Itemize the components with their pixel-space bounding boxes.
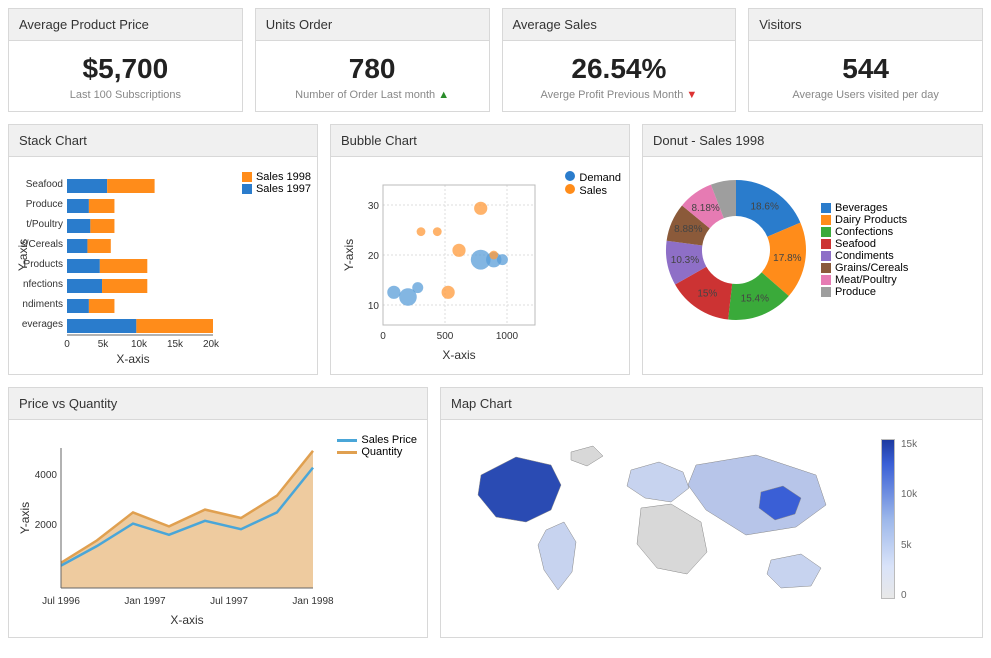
legend-line-icon bbox=[337, 451, 357, 454]
svg-text:ndiments: ndiments bbox=[22, 299, 63, 310]
kpi-subtitle: Average Users visited per day bbox=[757, 89, 974, 101]
svg-text:0: 0 bbox=[64, 339, 70, 350]
stack-chart: SeafoodProduce t/Poultrys/Cereals Produc… bbox=[13, 165, 313, 365]
legend-item: Seafood bbox=[821, 238, 974, 250]
kpi-row: Average Product Price $5,700 Last 100 Su… bbox=[8, 8, 983, 112]
svg-text:20: 20 bbox=[368, 251, 380, 262]
kpi-title: Units Order bbox=[256, 9, 489, 41]
donut-chart: 18.6% 17.8% 15.4% 15% 10.3% 8.88% 8.18% bbox=[651, 165, 821, 335]
kpi-value: 780 bbox=[264, 53, 481, 85]
svg-text:Y-axis: Y-axis bbox=[342, 239, 356, 271]
legend-swatch-icon bbox=[821, 215, 831, 225]
svg-text:Produce: Produce bbox=[26, 199, 64, 210]
legend-item: Beverages bbox=[821, 202, 974, 214]
legend-item: Grains/Cereals bbox=[821, 262, 974, 274]
kpi-visitors: Visitors 544 Average Users visited per d… bbox=[748, 8, 983, 112]
legend-swatch-icon bbox=[242, 172, 252, 182]
kpi-subtitle: Last 100 Subscriptions bbox=[17, 89, 234, 101]
svg-text:8.18%: 8.18% bbox=[691, 203, 719, 214]
svg-text:5k: 5k bbox=[98, 339, 110, 350]
legend-item: Condiments bbox=[821, 250, 974, 262]
svg-text:X-axis: X-axis bbox=[442, 348, 475, 362]
chart-title: Donut - Sales 1998 bbox=[643, 125, 982, 157]
kpi-value: $5,700 bbox=[17, 53, 234, 85]
legend-dot-icon bbox=[565, 184, 575, 194]
bubble-legend: Demand Sales bbox=[565, 171, 621, 197]
svg-text:10: 10 bbox=[368, 301, 380, 312]
svg-text:nfections: nfections bbox=[23, 279, 63, 290]
arrow-down-icon: ▼ bbox=[686, 89, 697, 101]
legend-item: Confections bbox=[821, 226, 974, 238]
legend-dot-icon bbox=[565, 171, 575, 181]
svg-text:30: 30 bbox=[368, 201, 380, 212]
kpi-avg-price: Average Product Price $5,700 Last 100 Su… bbox=[8, 8, 243, 112]
line-legend: Sales Price Quantity bbox=[337, 434, 417, 458]
svg-text:500: 500 bbox=[437, 331, 454, 342]
line-chart: 2000 4000 Jul 1996 Jan 1997 Jul 1997 Jan 199… bbox=[13, 428, 423, 628]
svg-text:20k: 20k bbox=[203, 339, 220, 350]
chart-title: Bubble Chart bbox=[331, 125, 629, 157]
legend-swatch-icon bbox=[821, 203, 831, 213]
legend-swatch-icon bbox=[821, 275, 831, 285]
legend-swatch-icon bbox=[242, 184, 252, 194]
kpi-units-order: Units Order 780 Number of Order Last mon… bbox=[255, 8, 490, 112]
legend-line-icon bbox=[337, 439, 357, 442]
kpi-title: Visitors bbox=[749, 9, 982, 41]
legend-swatch-icon bbox=[821, 263, 831, 273]
map-color-scale bbox=[881, 439, 895, 599]
chart-title: Price vs Quantity bbox=[9, 388, 427, 420]
kpi-title: Average Sales bbox=[503, 9, 736, 41]
legend-swatch-icon bbox=[821, 251, 831, 261]
svg-text:10.3%: 10.3% bbox=[671, 255, 699, 266]
kpi-title: Average Product Price bbox=[9, 9, 242, 41]
kpi-subtitle: Averge Profit Previous Month bbox=[540, 89, 683, 101]
svg-text:Jul 1997: Jul 1997 bbox=[210, 596, 248, 607]
svg-text:Seafood: Seafood bbox=[26, 179, 63, 190]
legend-item: Meat/Poultry bbox=[821, 274, 974, 286]
chart-title: Stack Chart bbox=[9, 125, 317, 157]
svg-text:Y-axis: Y-axis bbox=[16, 239, 30, 271]
arrow-up-icon: ▲ bbox=[438, 89, 449, 101]
stack-chart-card: Stack Chart SeafoodProduce t/Poultrys/Ce… bbox=[8, 124, 318, 375]
world-map bbox=[451, 430, 861, 610]
map-chart-card: Map Chart 15k 10k bbox=[440, 387, 983, 638]
legend-item: Produce bbox=[821, 286, 974, 298]
x-axis-label: X-axis bbox=[116, 352, 149, 365]
svg-text:Jul 1996: Jul 1996 bbox=[42, 596, 80, 607]
chart-title: Map Chart bbox=[441, 388, 982, 420]
legend-swatch-icon bbox=[821, 287, 831, 297]
legend-swatch-icon bbox=[821, 227, 831, 237]
kpi-value: 544 bbox=[757, 53, 974, 85]
kpi-avg-sales: Average Sales 26.54% Averge Profit Previ… bbox=[502, 8, 737, 112]
svg-text:17.8%: 17.8% bbox=[773, 253, 801, 264]
svg-text:0: 0 bbox=[380, 331, 386, 342]
donut-legend: BeveragesDairy ProductsConfectionsSeafoo… bbox=[821, 202, 974, 298]
svg-text:everages: everages bbox=[22, 319, 63, 330]
svg-text:18.6%: 18.6% bbox=[751, 202, 779, 213]
svg-text:4000: 4000 bbox=[35, 470, 58, 481]
svg-text:Y-axis: Y-axis bbox=[18, 502, 32, 534]
svg-text:Jan 1998: Jan 1998 bbox=[292, 596, 334, 607]
stack-legend: Sales 1998 Sales 1997 bbox=[242, 171, 311, 195]
svg-text:15k: 15k bbox=[167, 339, 184, 350]
svg-text:1000: 1000 bbox=[496, 331, 519, 342]
kpi-value: 26.54% bbox=[511, 53, 728, 85]
svg-text:2000: 2000 bbox=[35, 520, 58, 531]
svg-text:t/Poultry: t/Poultry bbox=[26, 219, 63, 230]
svg-text:10k: 10k bbox=[131, 339, 148, 350]
svg-text:15%: 15% bbox=[697, 288, 717, 299]
svg-text:X-axis: X-axis bbox=[170, 613, 203, 627]
line-chart-card: Price vs Quantity 2000 4000 Jul 1996 Jan 1… bbox=[8, 387, 428, 638]
legend-swatch-icon bbox=[821, 239, 831, 249]
bubble-chart-card: Bubble Chart 30 20 10 0 500 1000 X-axis Y-ax… bbox=[330, 124, 630, 375]
svg-text:8.88%: 8.88% bbox=[674, 224, 702, 235]
kpi-subtitle: Number of Order Last month bbox=[295, 89, 435, 101]
legend-item: Dairy Products bbox=[821, 214, 974, 226]
svg-text:15.4%: 15.4% bbox=[741, 293, 769, 304]
donut-chart-card: Donut - Sales 1998 18.6% 17.8% 15.4% 15% 10.… bbox=[642, 124, 983, 375]
svg-text:Jan 1997: Jan 1997 bbox=[124, 596, 166, 607]
